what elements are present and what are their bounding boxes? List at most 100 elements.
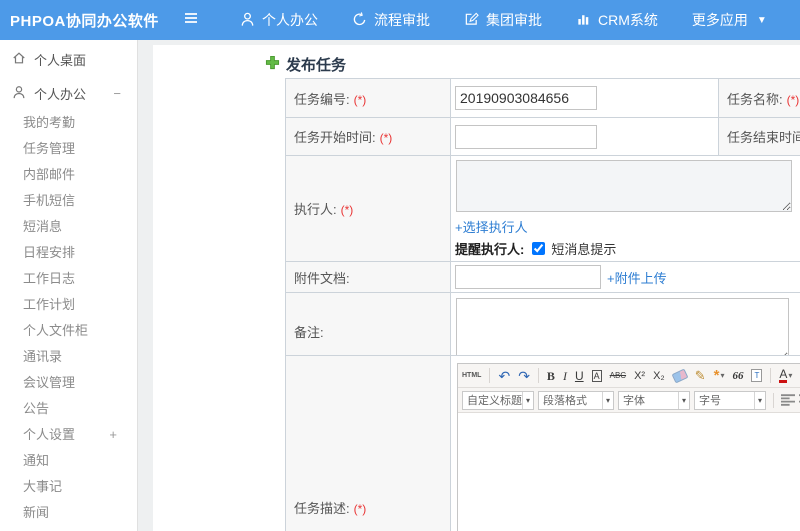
font-size-select[interactable]: 字号 ▾ (694, 390, 766, 410)
user-icon (12, 85, 26, 102)
sidebar-item-schedule[interactable]: 日程安排 (0, 240, 137, 266)
required-mark: (*) (353, 502, 367, 516)
choose-executor-link[interactable]: +选择执行人 (455, 220, 528, 235)
editor-content-area[interactable] (458, 413, 800, 531)
sidebar: 个人桌面 个人办公 − 我的考勤 任务管理 内部邮件 手机短信 短消息 日程安排… (0, 40, 138, 531)
paragraph-format-select[interactable]: 段落格式 ▾ (538, 390, 614, 410)
align-left-icon[interactable] (781, 394, 795, 406)
table-row: 执行人: (*) +选择执行人 提醒执行人: 短消息提示 (285, 155, 800, 262)
table-row: 任务开始时间:(*) 任务结束时间:(*) (285, 117, 800, 156)
topbar: PHPOA协同办公软件 个人办公 流程审批 集团审批 CRM系统 更多应用 ▼ (0, 0, 800, 40)
strikethrough-icon[interactable]: ABC (610, 369, 626, 383)
hamburger-icon (182, 10, 200, 31)
sidebar-item-work-log[interactable]: 工作日志 (0, 266, 137, 292)
nav-workflow-approval[interactable]: 流程审批 (352, 10, 430, 30)
nav-group-approval[interactable]: 集团审批 (464, 10, 542, 30)
editor-toolbar-row2: 自定义标题 ▾ 段落格式 ▾ 字体 ▾ 字号 ▾ (458, 388, 800, 413)
paste-plain-icon[interactable]: T (751, 369, 763, 382)
font-color-button[interactable]: A ▾ (779, 366, 792, 383)
caret-down-icon: ▾ (522, 391, 533, 409)
start-time-label: 任务开始时间: (294, 130, 376, 145)
sms-remind-checkbox[interactable] (532, 242, 546, 255)
nav-label: 集团审批 (486, 12, 542, 28)
heading-select[interactable]: 自定义标题 ▾ (462, 390, 534, 410)
remark-textarea[interactable] (456, 298, 789, 362)
sidebar-item-my-attendance[interactable]: 我的考勤 (0, 110, 137, 136)
start-time-input[interactable] (455, 124, 597, 149)
editor-toolbar-row1: HTML ↶ ↷ B I U A ABC X² X₂ ✎ * ▾ 66 T A … (458, 364, 800, 388)
sidebar-item-work-plan[interactable]: 工作计划 (0, 292, 137, 318)
nav-personal-office[interactable]: 个人办公 (240, 10, 318, 30)
caret-down-icon: ▾ (720, 370, 725, 380)
attachment-input[interactable] (455, 265, 601, 289)
superscript-icon[interactable]: X² (634, 369, 645, 383)
task-no-label: 任务编号: (294, 91, 350, 107)
sidebar-item-contacts[interactable]: 通讯录 (0, 344, 137, 370)
sidebar-item-notice[interactable]: 通知 (0, 448, 137, 474)
table-row: 任务描述: (*) HTML ↶ ↷ B I U A ABC X² X₂ ✎ *… (285, 355, 800, 531)
caret-down-icon: ▾ (601, 391, 613, 409)
eraser-icon[interactable] (671, 368, 689, 383)
attachment-upload-link[interactable]: +附件上传 (607, 268, 667, 287)
sidebar-item-mobile-sms[interactable]: 手机短信 (0, 188, 137, 214)
user-icon (240, 11, 255, 30)
sidebar-group-personal-settings[interactable]: 个人设置 + (0, 422, 137, 448)
nav-label: CRM系统 (598, 12, 658, 28)
format-brush-icon[interactable]: ✎ (695, 368, 706, 383)
blockquote-icon[interactable]: 66 (732, 369, 743, 383)
redo-icon[interactable]: ↷ (518, 369, 530, 383)
content-panel: 发布任务 任务编号:(*) 任务名称:(*) 任务开始时间:(*) 任务 (153, 45, 800, 531)
workflow-icon (352, 11, 367, 30)
required-mark: (*) (340, 203, 354, 217)
font-color-icon: A (779, 366, 788, 383)
font-family-select[interactable]: 字体 ▾ (618, 390, 690, 410)
attachment-label: 附件文档: (294, 270, 350, 286)
home-icon (12, 51, 26, 68)
sidebar-item-announcement[interactable]: 公告 (0, 396, 137, 422)
nav-more-apps[interactable]: 更多应用 ▼ (692, 10, 767, 30)
expand-icon[interactable]: + (109, 422, 117, 448)
top-nav: 个人办公 流程审批 集团审批 CRM系统 更多应用 ▼ (240, 10, 767, 30)
task-no-input[interactable] (455, 86, 597, 110)
sidebar-item-label: 个人办公 (34, 86, 87, 102)
autotypeset-button[interactable]: * ▾ (713, 366, 725, 384)
sidebar-item-events[interactable]: 大事记 (0, 474, 137, 500)
nav-crm[interactable]: CRM系统 (576, 10, 658, 30)
sidebar-item-short-message[interactable]: 短消息 (0, 214, 137, 240)
caret-down-icon: ▾ (677, 391, 689, 409)
underline-icon[interactable]: U (575, 369, 584, 383)
font-border-icon[interactable]: A (591, 369, 602, 382)
sidebar-item-meeting-management[interactable]: 会议管理 (0, 370, 137, 396)
sidebar-item-internal-mail[interactable]: 内部邮件 (0, 162, 137, 188)
page-title: 发布任务 (286, 57, 347, 74)
executor-label: 执行人: (294, 202, 337, 217)
required-mark: (*) (353, 92, 367, 107)
italic-icon[interactable]: I (563, 369, 567, 383)
caret-down-icon: ▾ (753, 391, 765, 409)
html-source-button[interactable]: HTML (462, 369, 481, 383)
menu-toggle-button[interactable] (182, 10, 206, 31)
table-row: 附件文档: +附件上传 (285, 261, 800, 293)
description-table: 任务描述: (*) HTML ↶ ↷ B I U A ABC X² X₂ ✎ *… (285, 355, 800, 531)
description-label: 任务描述: (294, 501, 350, 516)
task-name-label: 任务名称: (727, 91, 783, 107)
sms-remind-label: 短消息提示 (551, 242, 617, 257)
toolbar-divider (537, 368, 539, 383)
sidebar-item-desktop[interactable]: 个人桌面 (0, 42, 137, 76)
subscript-icon[interactable]: X₂ (653, 369, 665, 383)
sidebar-item-vote[interactable]: 投票调查 (0, 526, 137, 531)
sidebar-item-task-management[interactable]: 任务管理 (0, 136, 137, 162)
toolbar-divider (773, 392, 774, 408)
bold-icon[interactable]: B (547, 369, 555, 383)
toolbar-divider (770, 368, 772, 383)
undo-icon[interactable]: ↶ (498, 369, 510, 383)
sidebar-item-news[interactable]: 新闻 (0, 500, 137, 526)
autotypeset-icon: * (713, 366, 720, 384)
app-logo: PHPOA协同办公软件 (10, 12, 159, 30)
caret-down-icon: ▼ (756, 14, 767, 26)
collapse-icon[interactable]: − (113, 86, 121, 101)
executor-textarea[interactable] (456, 160, 792, 212)
end-time-label: 任务结束时间: (727, 130, 800, 145)
sidebar-item-personal-files[interactable]: 个人文件柜 (0, 318, 137, 344)
sidebar-group-personal-office[interactable]: 个人办公 − (0, 76, 137, 110)
